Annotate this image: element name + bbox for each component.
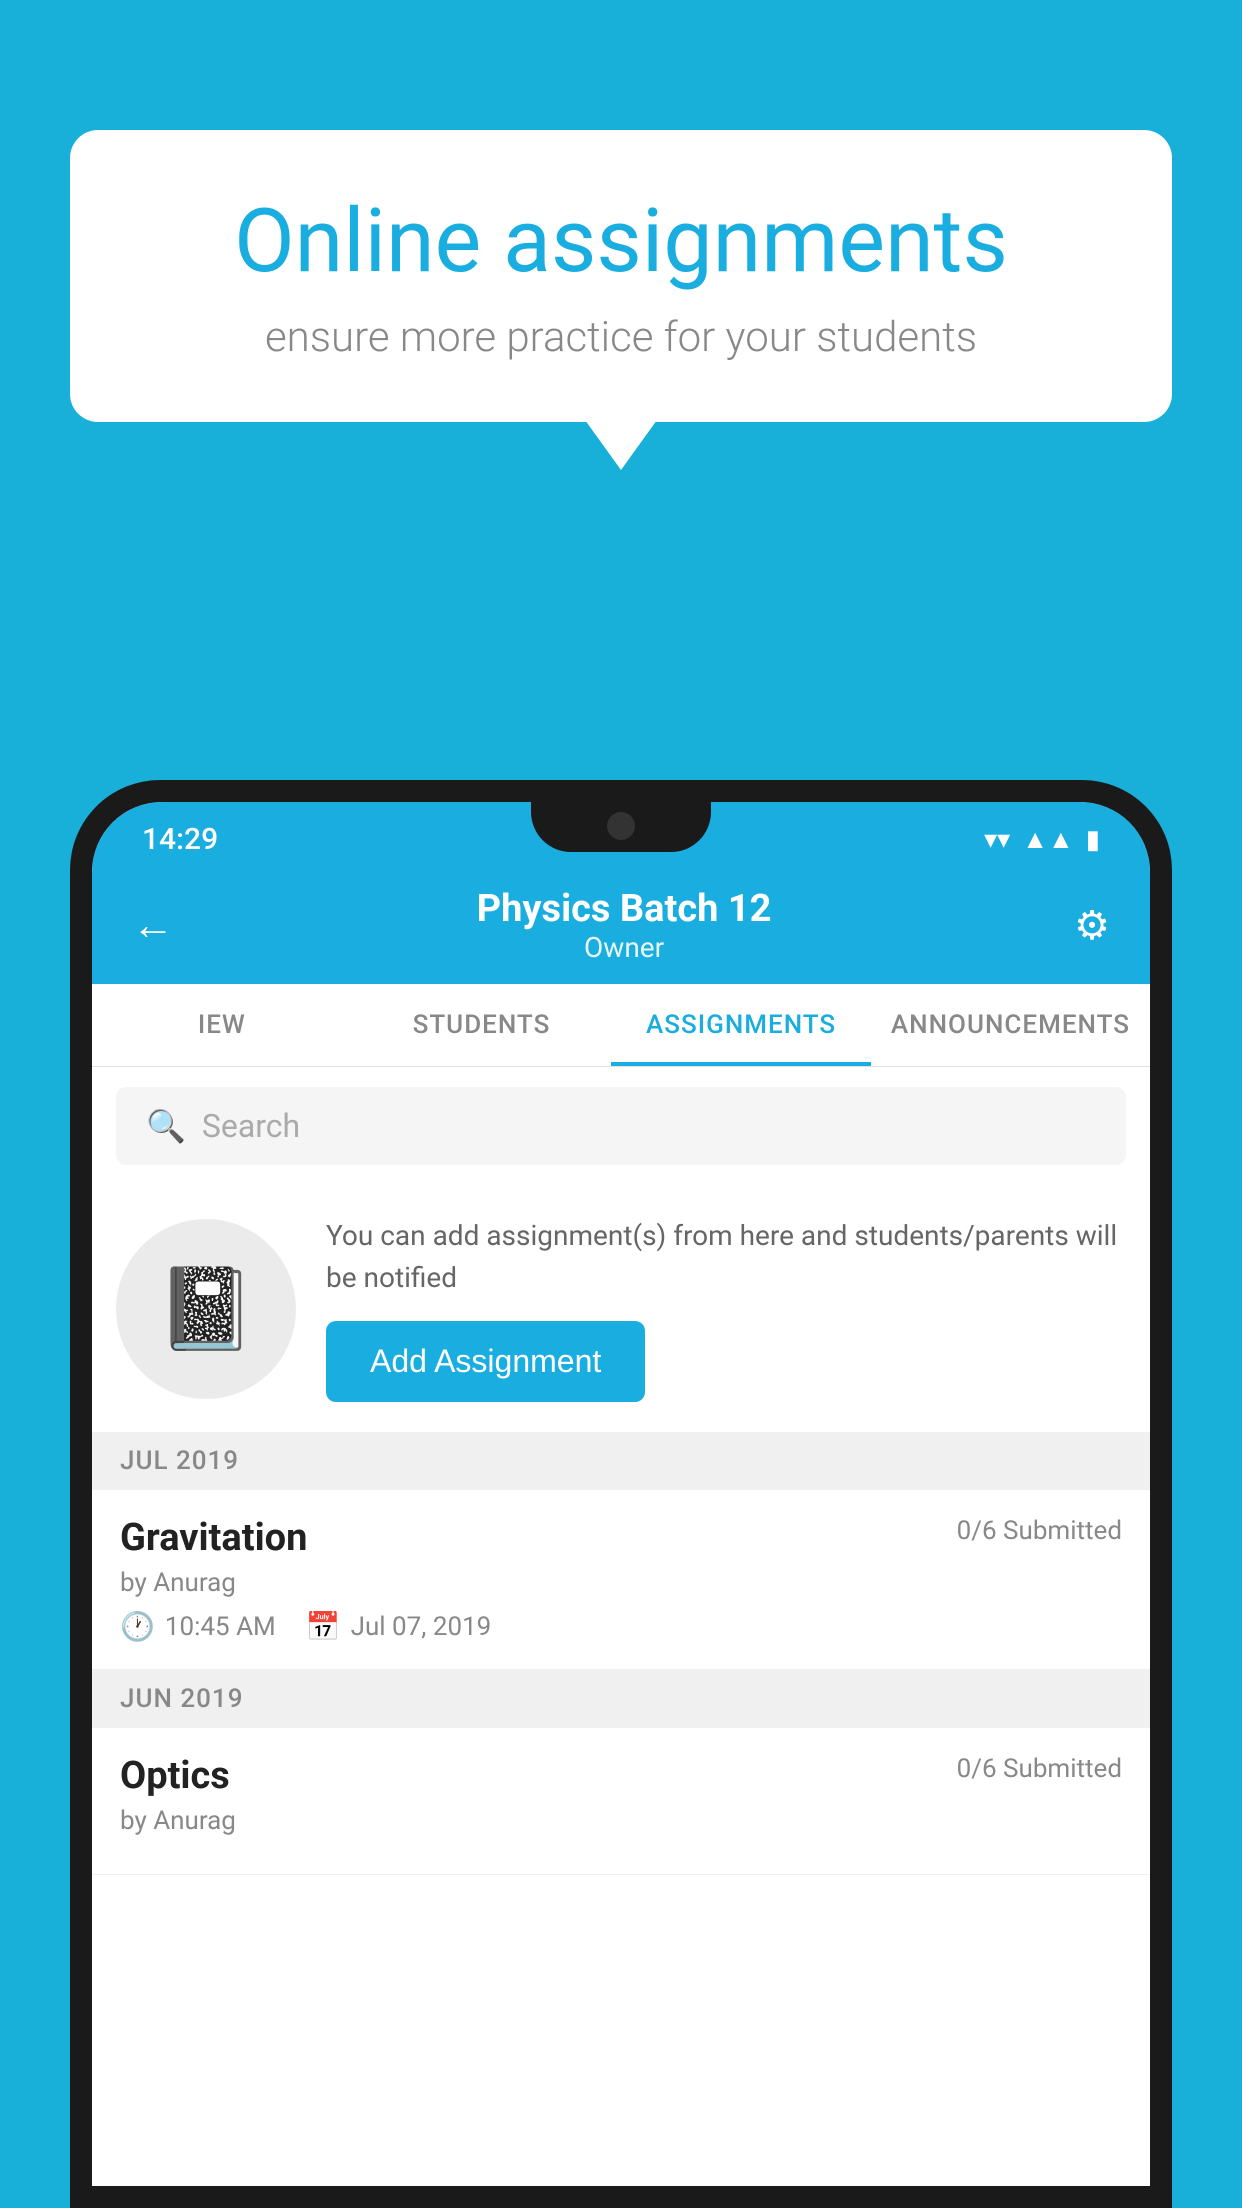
speech-bubble-section: Online assignments ensure more practice …: [70, 130, 1172, 422]
header-subtitle: Owner: [477, 931, 772, 964]
assignment-by-optics: by Anurag: [120, 1806, 1122, 1836]
header-title-block: Physics Batch 12 Owner: [477, 887, 772, 964]
submitted-badge-optics: 0/6 Submitted: [957, 1754, 1122, 1784]
meta-time-gravitation: 🕐 10:45 AM: [120, 1610, 276, 1643]
status-icons: ▾▾ ▲▲ ▮: [984, 824, 1100, 855]
promo-content: You can add assignment(s) from here and …: [326, 1215, 1126, 1402]
assignment-by-gravitation: by Anurag: [120, 1568, 1122, 1598]
assignment-title-gravitation: Gravitation: [120, 1516, 307, 1560]
speech-bubble: Online assignments ensure more practice …: [70, 130, 1172, 422]
clock-icon: 🕐: [120, 1610, 155, 1643]
phone-notch: [531, 802, 711, 852]
section-header-jul: JUL 2019: [92, 1432, 1150, 1490]
tabs-bar: IEW STUDENTS ASSIGNMENTS ANNOUNCEMENTS: [92, 984, 1150, 1067]
add-assignment-button[interactable]: Add Assignment: [326, 1321, 645, 1402]
tab-assignments[interactable]: ASSIGNMENTS: [611, 984, 871, 1066]
tab-students[interactable]: STUDENTS: [352, 984, 612, 1066]
content-area: 🔍 Search 📓 You can add assignment(s) fro…: [92, 1067, 1150, 2186]
meta-time-text: 10:45 AM: [165, 1612, 276, 1642]
promo-icon-circle: 📓: [116, 1219, 296, 1399]
meta-date-gravitation: 📅 Jul 07, 2019: [306, 1610, 492, 1643]
submitted-badge-gravitation: 0/6 Submitted: [957, 1516, 1122, 1546]
meta-date-text: Jul 07, 2019: [351, 1612, 492, 1642]
phone-screen: 14:29 ▾▾ ▲▲ ▮ ← Physics Batch 12 Owner ⚙…: [92, 802, 1150, 2186]
speech-bubble-title: Online assignments: [150, 190, 1092, 293]
search-box[interactable]: 🔍 Search: [116, 1087, 1126, 1165]
notebook-icon: 📓: [156, 1262, 256, 1356]
search-placeholder: Search: [202, 1107, 300, 1145]
assignment-meta-gravitation: 🕐 10:45 AM 📅 Jul 07, 2019: [120, 1610, 1122, 1643]
assignment-item-optics[interactable]: Optics 0/6 Submitted by Anurag: [92, 1728, 1150, 1875]
speech-bubble-subtitle: ensure more practice for your students: [150, 313, 1092, 362]
section-label-jul: JUL 2019: [120, 1446, 239, 1476]
promo-section: 📓 You can add assignment(s) from here an…: [92, 1185, 1150, 1432]
back-button[interactable]: ←: [132, 901, 174, 950]
search-container: 🔍 Search: [92, 1067, 1150, 1185]
phone-wrapper: 14:29 ▾▾ ▲▲ ▮ ← Physics Batch 12 Owner ⚙…: [70, 780, 1172, 2208]
settings-button[interactable]: ⚙: [1074, 902, 1110, 949]
promo-text: You can add assignment(s) from here and …: [326, 1215, 1126, 1299]
phone-outer: 14:29 ▾▾ ▲▲ ▮ ← Physics Batch 12 Owner ⚙…: [70, 780, 1172, 2208]
section-header-jun: JUN 2019: [92, 1670, 1150, 1728]
signal-icon: ▲▲: [1022, 824, 1073, 855]
assignment-item-gravitation[interactable]: Gravitation 0/6 Submitted by Anurag 🕐 10…: [92, 1490, 1150, 1670]
battery-icon: ▮: [1086, 825, 1100, 855]
tab-announcements[interactable]: ANNOUNCEMENTS: [871, 984, 1150, 1066]
assignment-title-optics: Optics: [120, 1754, 230, 1798]
phone-camera: [607, 812, 635, 840]
app-header: ← Physics Batch 12 Owner ⚙: [92, 869, 1150, 984]
assignment-top-row-optics: Optics 0/6 Submitted: [120, 1754, 1122, 1798]
status-time: 14:29: [142, 822, 218, 857]
tab-iew[interactable]: IEW: [92, 984, 352, 1066]
calendar-icon: 📅: [306, 1610, 341, 1643]
assignment-top-row: Gravitation 0/6 Submitted: [120, 1516, 1122, 1560]
wifi-icon: ▾▾: [984, 825, 1010, 855]
search-icon: 🔍: [146, 1107, 186, 1145]
section-label-jun: JUN 2019: [120, 1684, 243, 1714]
header-title: Physics Batch 12: [477, 887, 772, 931]
